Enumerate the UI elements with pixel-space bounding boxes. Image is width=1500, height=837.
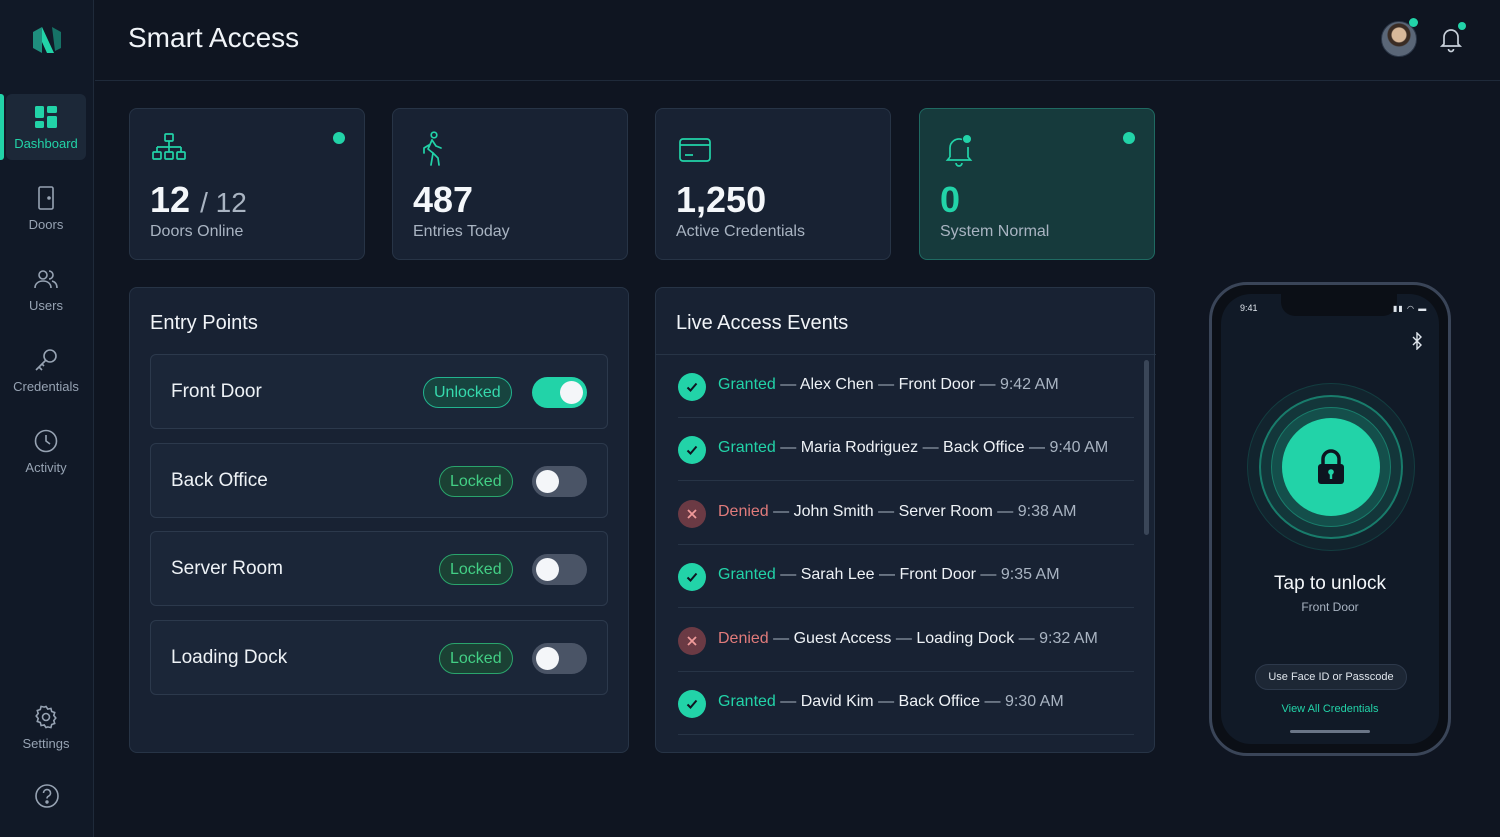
sidebar-item-label: Credentials: [13, 378, 79, 394]
phone-screen: 9:41 ▮▮ ◠ ▬ Tap to unlock Front Door Use…: [1221, 294, 1439, 744]
scrollbar[interactable]: [1144, 360, 1149, 535]
notification-dot: [1458, 22, 1466, 30]
live-events-panel: Live Access Events Granted — Alex Chen —…: [655, 287, 1156, 753]
x-icon: [678, 627, 706, 655]
lock-icon: [1318, 449, 1344, 484]
sidebar-item-label: Users: [29, 297, 63, 313]
status-dot: [1123, 132, 1135, 144]
toggle-knob: [536, 470, 559, 493]
face-id-button[interactable]: Use Face ID or Passcode: [1255, 664, 1407, 690]
stat-value: 0: [940, 179, 961, 220]
lock-toggle[interactable]: [532, 466, 587, 497]
status-dot: [333, 132, 345, 144]
unlock-button[interactable]: [1282, 418, 1380, 516]
list-item[interactable]: Granted — Sarah Lee — Front Door — 9:35 …: [678, 545, 1134, 608]
network-icon: [152, 133, 186, 160]
stat-card-entries-today[interactable]: 487 Entries Today: [392, 108, 628, 260]
x-icon: [678, 500, 706, 528]
status-badge: Unlocked: [423, 377, 512, 408]
status-badge: Locked: [439, 643, 513, 674]
entry-points-panel: Entry Points Front Door Unlocked Back Of…: [129, 287, 629, 753]
stat-label: Doors Online: [150, 223, 244, 240]
panel-title: Live Access Events: [676, 312, 849, 334]
gear-icon: [35, 704, 57, 729]
list-item[interactable]: Granted — Alex Chen — Front Door — 9:42 …: [678, 355, 1134, 418]
stat-label: System Normal: [940, 223, 1050, 240]
dashboard-icon: [35, 105, 57, 128]
check-icon: [678, 436, 706, 464]
lock-toggle[interactable]: [532, 643, 587, 674]
sidebar-item-activity[interactable]: Activity: [6, 418, 86, 484]
sidebar-item-label: Dashboard: [14, 135, 78, 151]
list-item[interactable]: Granted — Maria Rodriguez — Back Office …: [678, 418, 1134, 481]
stat-label: Entries Today: [413, 223, 510, 240]
event-text: Denied — Guest Access — Loading Dock — 9…: [718, 630, 1098, 647]
walking-person-icon: [423, 131, 442, 166]
page-title: Smart Access: [128, 22, 300, 53]
lock-toggle[interactable]: [532, 377, 587, 408]
stat-value: 487: [413, 179, 474, 220]
door-name: Back Office: [171, 470, 268, 491]
status-time: 9:41: [1240, 303, 1258, 313]
event-text: Granted — Sarah Lee — Front Door — 9:35 …: [718, 566, 1060, 583]
check-icon: [678, 373, 706, 401]
stat-value: 1,250: [676, 179, 767, 220]
view-all-credentials-link[interactable]: View All Credentials: [1221, 703, 1439, 715]
stat-card-doors-online[interactable]: 12 / 12 Doors Online: [129, 108, 365, 260]
help-icon[interactable]: [34, 783, 60, 809]
sidebar-item-label: Settings: [22, 735, 70, 751]
door-row-front-door: Front Door Unlocked: [150, 354, 608, 429]
door-row-back-office: Back Office Locked: [150, 443, 608, 518]
door-name: Front Door: [171, 381, 262, 402]
clock-icon: [34, 429, 58, 452]
credit-card-icon: [679, 138, 711, 162]
event-text: Denied — John Smith — Server Room — 9:38…: [718, 503, 1077, 520]
stat-card-active-credentials[interactable]: 1,250 Active Credentials: [655, 108, 891, 260]
stat-value: 12 / 12: [150, 179, 247, 220]
users-icon: [34, 269, 58, 288]
sidebar-item-dashboard[interactable]: Dashboard: [0, 94, 86, 160]
key-icon: [35, 348, 57, 371]
list-item[interactable]: Granted — David Kim — Back Office — 9:30…: [678, 672, 1134, 735]
bell-alert-icon: [945, 134, 973, 167]
phone-mockup: 9:41 ▮▮ ◠ ▬ Tap to unlock Front Door Use…: [1209, 282, 1451, 756]
event-text: Granted — Maria Rodriguez — Back Office …: [718, 439, 1109, 456]
home-indicator: [1290, 730, 1370, 733]
door-icon: [38, 185, 54, 210]
toggle-knob: [536, 558, 559, 581]
status-badge: Locked: [439, 554, 513, 585]
panel-title: Entry Points: [150, 312, 258, 334]
list-item[interactable]: Denied — Guest Access — Loading Dock — 9…: [678, 609, 1134, 672]
door-subtitle: Front Door: [1301, 600, 1359, 614]
status-badge: Locked: [439, 466, 513, 497]
check-icon: [678, 690, 706, 718]
phone-notch: [1281, 294, 1397, 316]
status-icons: ▮▮ ◠ ▬: [1393, 304, 1428, 313]
door-name: Loading Dock: [171, 647, 288, 668]
toggle-knob: [560, 381, 583, 404]
sidebar-item-doors[interactable]: Doors: [6, 175, 86, 241]
sidebar-item-settings[interactable]: Settings: [6, 694, 86, 760]
event-text: Granted — Alex Chen — Front Door — 9:42 …: [718, 376, 1059, 393]
toggle-knob: [536, 647, 559, 670]
logo-icon: [33, 27, 61, 53]
sidebar: Dashboard Doors Users Credentials Activi…: [0, 0, 94, 837]
lock-toggle[interactable]: [532, 554, 587, 585]
door-name: Server Room: [171, 558, 283, 579]
sidebar-item-users[interactable]: Users: [6, 256, 86, 322]
stat-label: Active Credentials: [676, 223, 805, 240]
header: Smart Access: [95, 0, 1500, 81]
door-row-loading-dock: Loading Dock Locked: [150, 620, 608, 695]
list-item[interactable]: Denied — John Smith — Server Room — 9:38…: [678, 482, 1134, 545]
tap-to-unlock-title: Tap to unlock: [1274, 573, 1386, 594]
sidebar-item-label: Activity: [25, 459, 67, 475]
sidebar-item-label: Doors: [28, 216, 64, 232]
sidebar-item-credentials[interactable]: Credentials: [6, 337, 86, 403]
bluetooth-icon: [1412, 332, 1422, 350]
door-row-server-room: Server Room Locked: [150, 531, 608, 606]
stat-card-system-normal[interactable]: 0 System Normal: [919, 108, 1155, 260]
check-icon: [678, 563, 706, 591]
online-indicator: [1409, 18, 1418, 27]
event-text: Granted — David Kim — Back Office — 9:30…: [718, 693, 1064, 710]
